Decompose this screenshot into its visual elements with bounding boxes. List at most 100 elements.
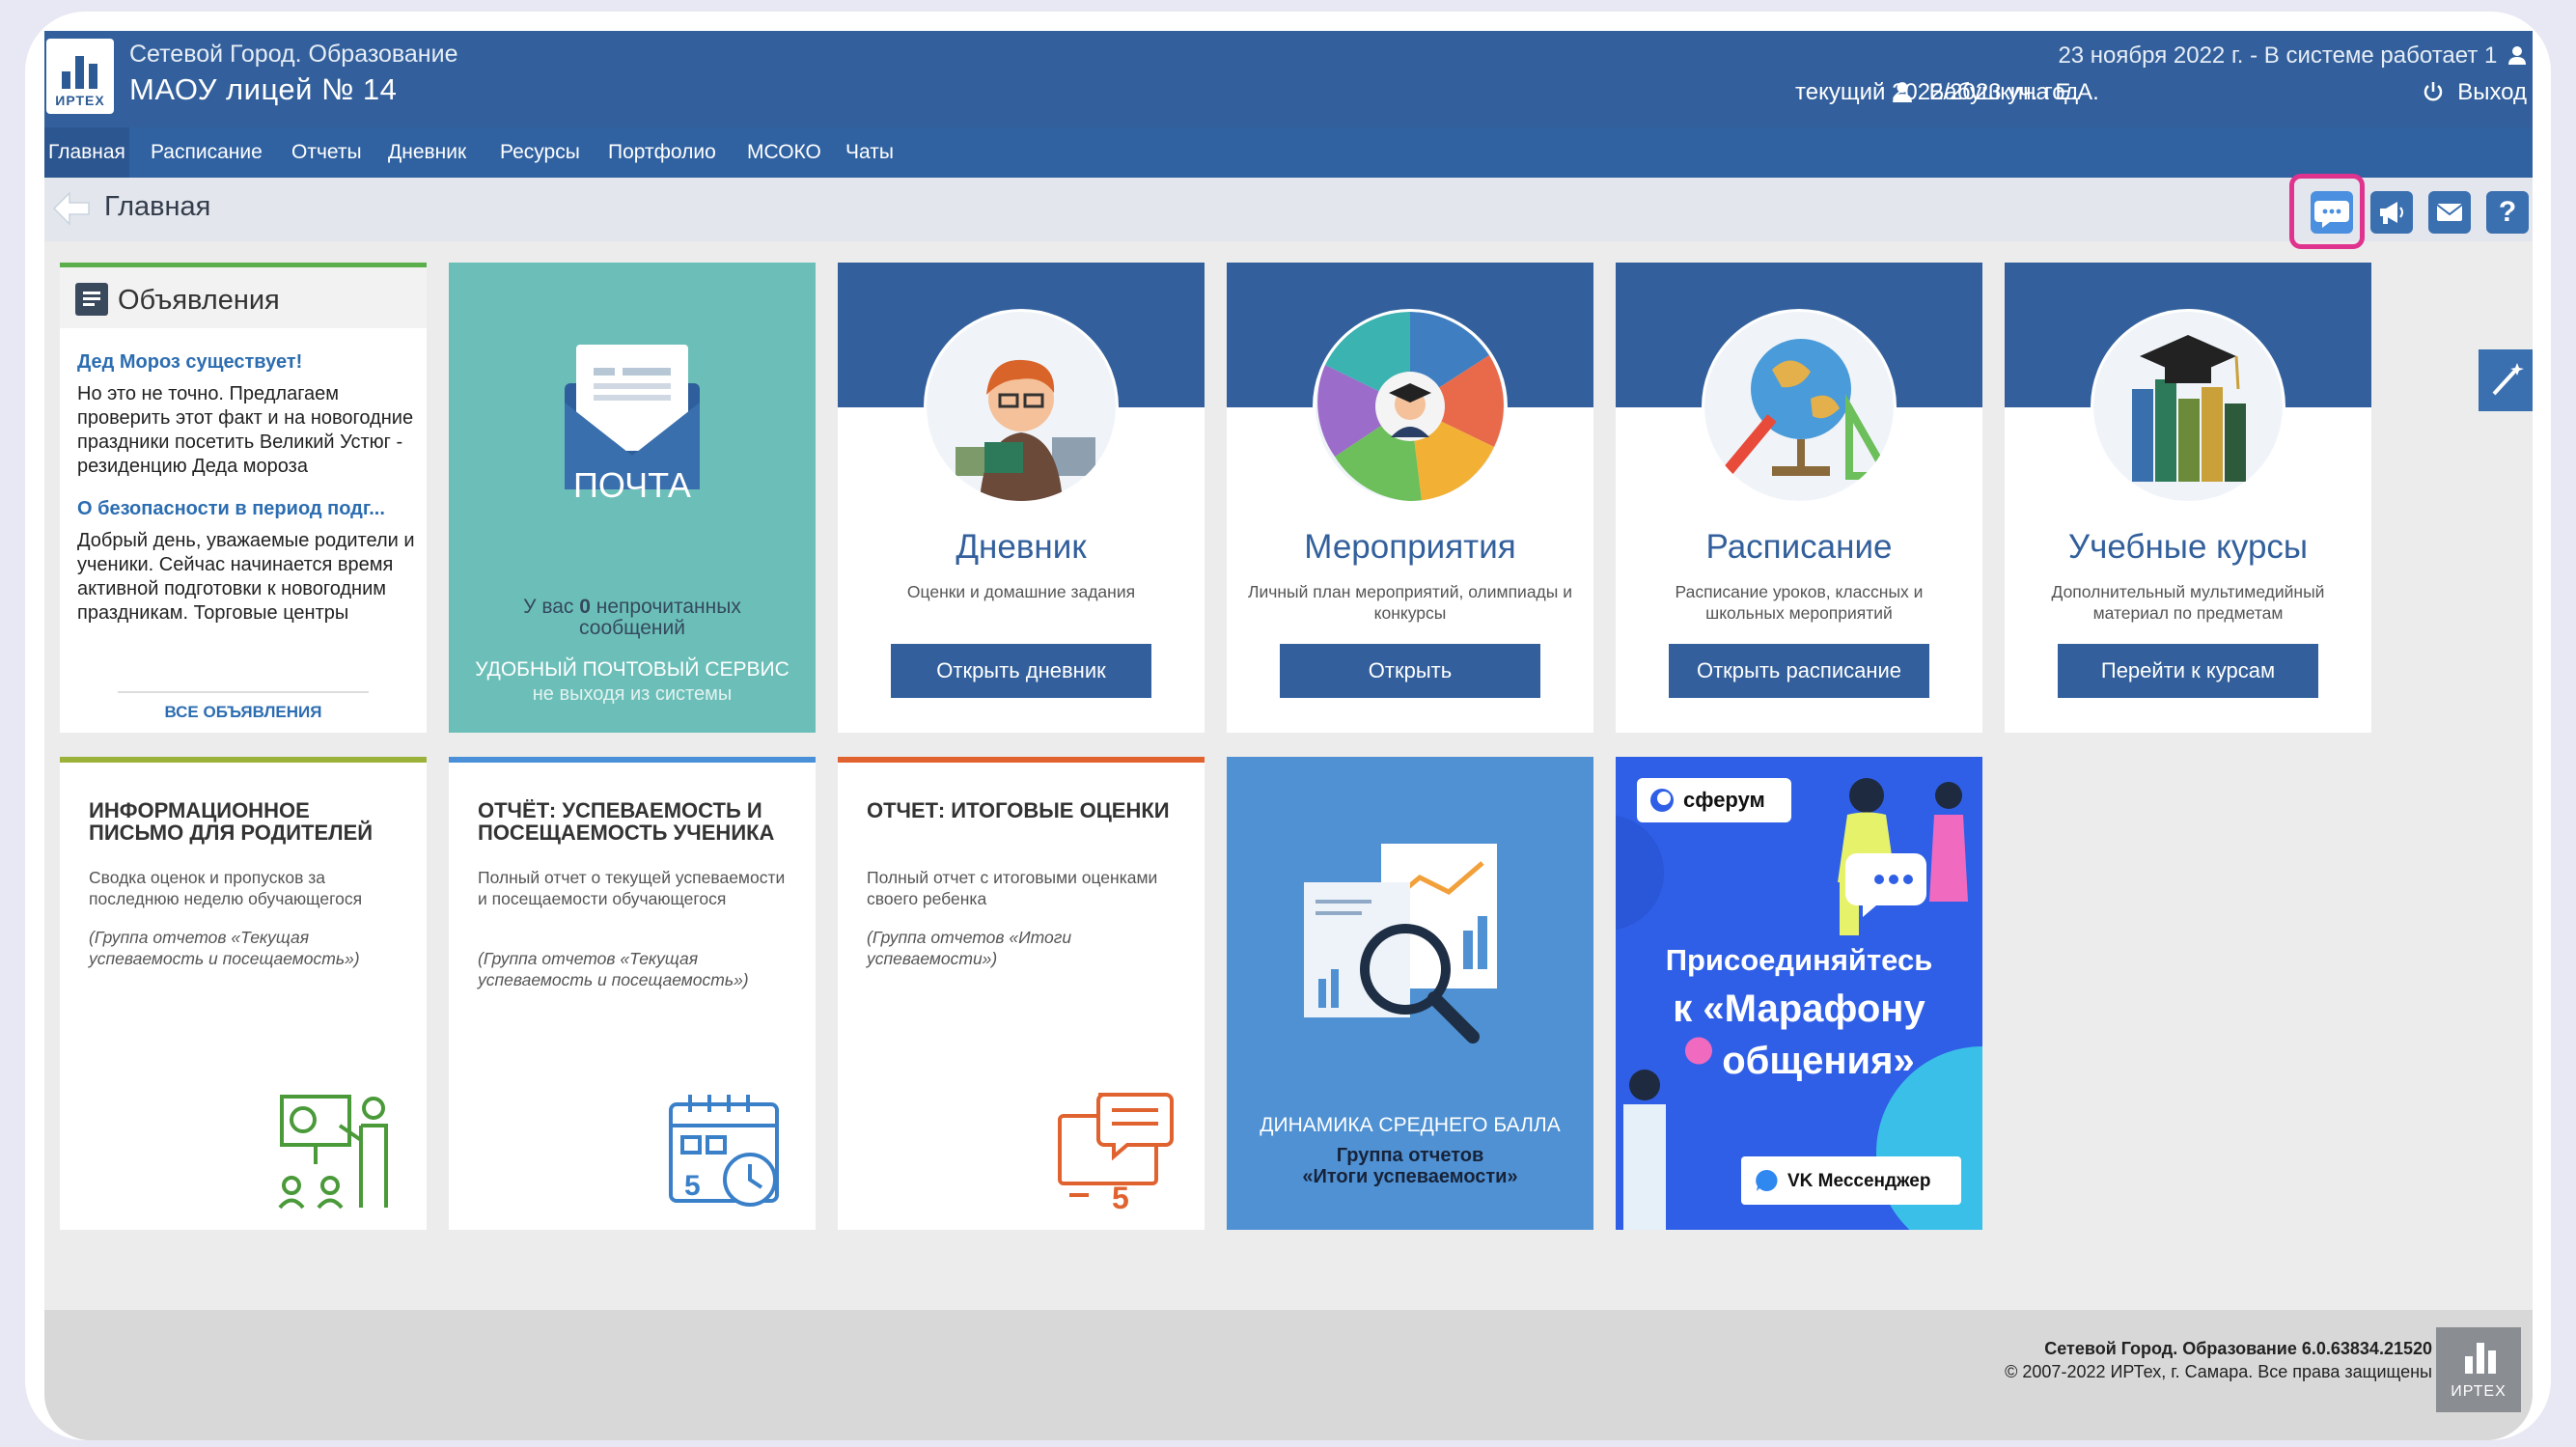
sferum-headline: Присоединяйтесь к «Марафону общения» <box>1616 938 1982 1087</box>
unread-line2: сообщений <box>579 617 685 639</box>
highlight-marker <box>2289 174 2365 249</box>
sferum-line1: Присоединяйтесь <box>1665 943 1933 977</box>
certificate-icon: 5 <box>1058 1093 1174 1212</box>
all-announcements-link[interactable]: ВСЕ ОБЪЯВЛЕНИЯ <box>60 703 427 722</box>
svg-text:5: 5 <box>684 1170 701 1202</box>
envelope-label: ПОЧТА <box>573 465 691 505</box>
nav-item-chats[interactable]: Чаты <box>845 127 894 178</box>
vk-messenger-badge: VK Мессенджер <box>1741 1156 1961 1205</box>
open-diary-button[interactable]: Открыть дневник <box>891 644 1151 698</box>
calendar-clock-icon: 5 <box>669 1095 779 1207</box>
nav-item-resources[interactable]: Ресурсы <box>500 127 580 178</box>
nav-item-msoko[interactable]: МСОКО <box>747 127 821 178</box>
announcements-button[interactable] <box>2370 191 2413 234</box>
tile-title: Дневник <box>956 528 1087 566</box>
nav-item-diary[interactable]: Дневник <box>388 127 466 178</box>
announcement-text: Но это не точно. Предлагаем проверить эт… <box>77 383 414 477</box>
announcements-header: Объявления <box>60 263 427 328</box>
mail-tile[interactable]: ПОЧТА У вас 0 непрочитанных сообщений УД… <box>449 263 816 733</box>
open-events-button[interactable]: Открыть <box>1280 644 1540 698</box>
report-tile-attendance[interactable]: ОТЧЁТ: УСПЕВАЕМОСТЬ И ПОСЕЩАЕМОСТЬ УЧЕНИ… <box>449 757 816 1230</box>
grade-dynamics-tile[interactable]: ДИНАМИКА СРЕДНЕГО БАЛЛА Группа отчетов «… <box>1227 757 1593 1230</box>
footer-copyright: © 2007-2022 ИРТех, г. Самара. Все права … <box>2005 1362 2432 1381</box>
tile-title: Расписание <box>1705 528 1893 566</box>
logo-bar <box>75 56 84 89</box>
tile-description: Дополнительный мультимедийный материал п… <box>2051 582 2325 623</box>
report-group: (Группа отчетов «Итоги успеваемости») <box>867 928 1072 968</box>
tile-description: Оценки и домашние задания <box>906 582 1136 601</box>
diary-illustration <box>924 309 1119 504</box>
footer-logo[interactable]: ИРТЕХ <box>2436 1327 2521 1412</box>
user-icon <box>1893 82 1912 102</box>
logo-bar <box>2477 1343 2484 1374</box>
help-icon: ? <box>2498 196 2517 228</box>
logout-label: Выход <box>2457 79 2527 105</box>
analytics-icon <box>1304 844 1497 1044</box>
schedule-tile: Расписание Расписание уроков, классных и… <box>1616 263 1982 733</box>
teacher-board-icon <box>278 1095 388 1210</box>
megaphone-icon <box>2380 202 2403 224</box>
report-title: ОТЧЁТ: УСПЕВАЕМОСТЬ И ПОСЕЩАЕМОСТЬ УЧЕНИ… <box>478 798 775 845</box>
announcement-title[interactable]: Дед Мороз существует! <box>77 351 302 374</box>
open-schedule-button[interactable]: Открыть расписание <box>1669 644 1929 698</box>
svg-text:5: 5 <box>1112 1181 1129 1212</box>
sferum-brand: сферум <box>1683 788 1765 812</box>
unread-suffix: непрочитанных <box>590 596 741 618</box>
report-tile-final-grades[interactable]: ОТЧЕТ: ИТОГОВЫЕ ОЦЕНКИ Полный отчет с ит… <box>838 757 1205 1230</box>
announcement-text: Добрый день, уважаемые родители и ученик… <box>77 530 415 624</box>
logo-caption: ИРТЕХ <box>55 93 105 108</box>
date-status: 23 ноября 2022 г. - В системе работает 1 <box>2058 42 2527 70</box>
power-icon <box>2424 82 2442 101</box>
report-tile-parent-letter[interactable]: ИНФОРМАЦИОННОЕ ПИСЬМО ДЛЯ РОДИТЕЛЕЙ Свод… <box>60 757 427 1230</box>
tile-description: Личный план мероприятий, олимпиады и кон… <box>1248 582 1572 623</box>
top-header: ИРТЕХ Сетевой Город. Образование МАОУ ли… <box>44 31 2533 127</box>
sferum-mark-icon <box>1650 789 1674 812</box>
mail-button[interactable] <box>2428 191 2471 234</box>
user-menu[interactable]: Бабушкина Е.А. <box>1892 79 2099 106</box>
org-name: МАОУ лицей № 14 <box>129 72 398 106</box>
events-illustration <box>1313 309 1508 504</box>
nav-item-reports[interactable]: Отчеты <box>291 127 362 178</box>
nav-item-schedule[interactable]: Расписание <box>151 127 263 178</box>
users-online-icon <box>2508 46 2526 65</box>
magic-wand-icon <box>2492 363 2524 396</box>
report-description: Полный отчет с итоговыми оценками своего… <box>867 868 1158 908</box>
dynamics-group-line1: Группа отчетов <box>1336 1145 1484 1166</box>
app-subtitle: Сетевой Город. Образование <box>129 41 458 68</box>
announcements-panel: Объявления Дед Мороз существует! Но это … <box>60 263 427 733</box>
date-status-text: 23 ноября 2022 г. - В системе работает 1 <box>2058 42 2498 69</box>
back-arrow-icon[interactable] <box>52 191 91 226</box>
main-nav: Главная Расписание Отчеты Дневник Ресурс… <box>44 127 2533 178</box>
page-title: Главная <box>104 191 211 222</box>
sferum-line2: к «Марафону <box>1673 988 1925 1030</box>
side-tools-tab[interactable] <box>2479 349 2533 411</box>
sferum-logo: сферум <box>1637 778 1791 822</box>
mail-service-sub: не выходя из системы <box>532 683 733 705</box>
sferum-line3: общения» <box>1722 1040 1915 1082</box>
unread-prefix: У вас <box>523 596 580 618</box>
report-group: (Группа отчетов «Текущая успеваемость и … <box>478 949 749 989</box>
user-name: Бабушкина Е.А. <box>1928 79 2099 105</box>
logo-bar <box>62 71 70 89</box>
logout-button[interactable]: Выход <box>2423 79 2527 106</box>
report-title: ОТЧЕТ: ИТОГОВЫЕ ОЦЕНКИ <box>867 798 1170 822</box>
dynamics-group-line2: «Итоги успеваемости» <box>1302 1166 1518 1187</box>
tile-description: Расписание уроков, классных и школьных м… <box>1675 582 1924 623</box>
nav-item-home[interactable]: Главная <box>44 127 129 178</box>
open-courses-button[interactable]: Перейти к курсам <box>2058 644 2318 698</box>
breadcrumb-bar: Главная ? <box>44 178 2533 241</box>
events-tile: Мероприятия Личный план мероприятий, оли… <box>1227 263 1593 733</box>
announcements-title: Объявления <box>118 285 280 316</box>
vk-messenger-label: VK Мессенджер <box>1787 1171 1931 1191</box>
nav-item-portfolio[interactable]: Портфолио <box>608 127 716 178</box>
logo-bar <box>89 64 97 89</box>
announcement-title[interactable]: О безопасности в период подг... <box>77 498 385 520</box>
mail-service-title: УДОБНЫЙ ПОЧТОВЫЙ СЕРВИС <box>475 658 789 681</box>
help-button[interactable]: ? <box>2486 191 2529 234</box>
schedule-illustration <box>1702 309 1897 504</box>
unread-count: 0 <box>579 596 591 618</box>
vk-messenger-icon <box>1756 1169 1778 1191</box>
irtex-logo[interactable]: ИРТЕХ <box>46 39 114 114</box>
footer: Сетевой Город. Образование 6.0.63834.215… <box>44 1310 2533 1440</box>
sferum-banner[interactable]: сферум Присоединяйтесь к «Марафону общен… <box>1616 757 1982 1230</box>
